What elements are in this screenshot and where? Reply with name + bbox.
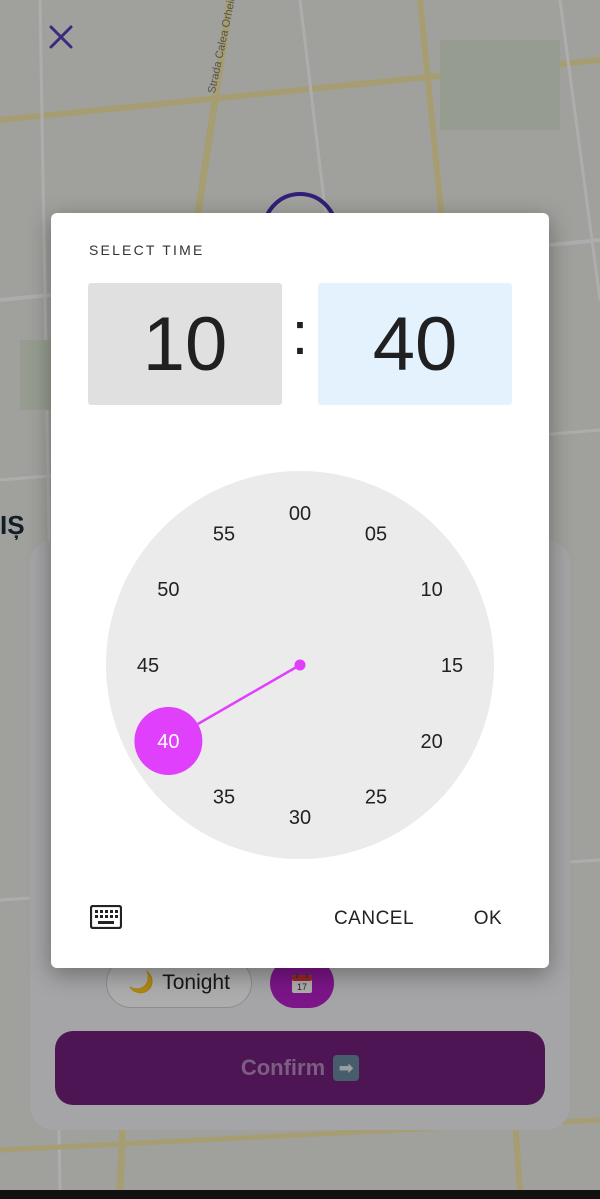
clock-label-45[interactable]: 45 xyxy=(137,655,159,677)
clock-label-50[interactable]: 50 xyxy=(157,579,179,601)
clock-dial[interactable]: 00 05 10 15 20 25 30 35 40 45 50 55 xyxy=(106,471,494,859)
clock-label-30[interactable]: 30 xyxy=(289,807,311,829)
clock-label-35[interactable]: 35 xyxy=(213,787,235,809)
cancel-button[interactable]: CANCEL xyxy=(321,905,427,933)
clock-label-05[interactable]: 05 xyxy=(365,523,387,545)
clock-label-40[interactable]: 40 xyxy=(157,731,179,753)
ok-button[interactable]: OK xyxy=(461,905,515,933)
system-nav-bar xyxy=(0,1190,600,1199)
keyboard-icon[interactable] xyxy=(90,905,122,929)
time-separator: : xyxy=(291,300,309,367)
clock-label-15[interactable]: 15 xyxy=(441,655,463,677)
clock-label-10[interactable]: 10 xyxy=(420,579,442,601)
clock-label-55[interactable]: 55 xyxy=(213,523,235,545)
clock-face[interactable]: 00 05 10 15 20 25 30 35 40 45 50 55 xyxy=(106,471,494,859)
clock-label-20[interactable]: 20 xyxy=(420,731,442,753)
time-picker-dialog: SELECT TIME 10 : 40 00 05 10 15 20 25 30 35 40 45… xyxy=(51,213,549,968)
clock-center-dot xyxy=(294,659,306,671)
dialog-title: SELECT TIME xyxy=(89,242,205,258)
minute-selector[interactable]: 40 xyxy=(318,283,512,405)
clock-label-25[interactable]: 25 xyxy=(365,787,387,809)
clock-label-00[interactable]: 00 xyxy=(289,503,311,525)
hour-selector[interactable]: 10 xyxy=(88,283,282,405)
